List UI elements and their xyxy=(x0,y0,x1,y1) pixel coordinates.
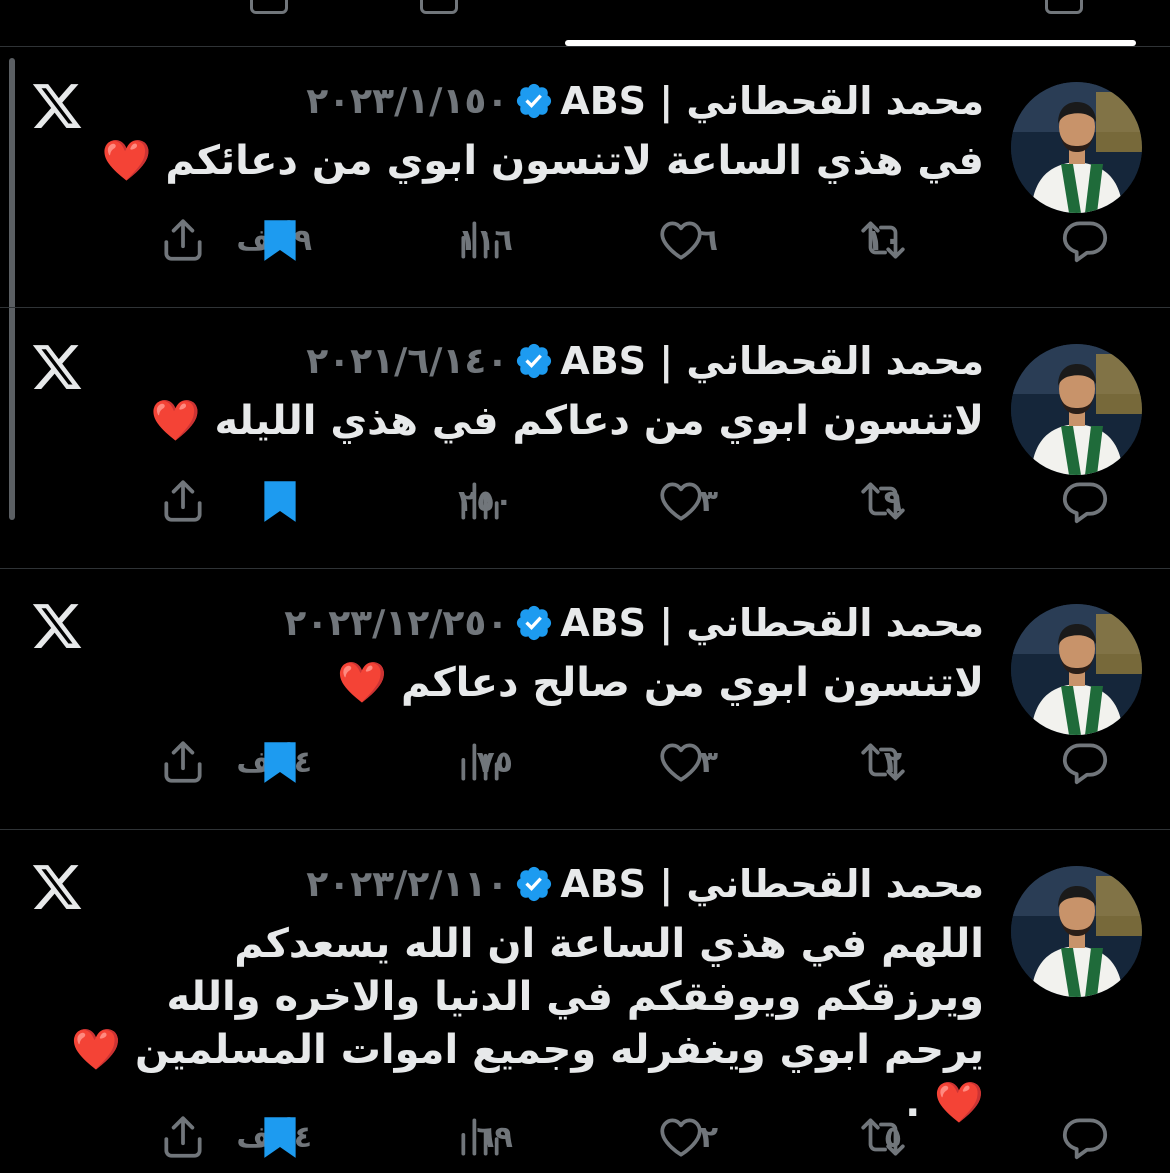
tweet[interactable]: محمد القحطاني | ABS ٢٠٢٣/٢/١١٠ اللهم في … xyxy=(0,830,1170,1173)
x-logo-icon xyxy=(30,340,84,394)
tweet-date: ٢٠٢٣/١٢/٢٥٠ xyxy=(284,602,509,644)
share-icon[interactable] xyxy=(33,215,333,265)
avatar[interactable] xyxy=(1011,866,1142,997)
tweet-text: لاتنسون ابوي من دعاكم في هذي الليله ❤️ xyxy=(150,398,984,444)
tweet-header: محمد القحطاني | ABS ٢٠٢٣/١٢/٢٥٠ xyxy=(284,599,984,647)
tweet[interactable]: محمد القحطاني | ABS ٢٠٢٣/١/١٥٠ في هذي ال… xyxy=(0,47,1170,308)
share-icon[interactable] xyxy=(33,737,333,787)
active-tab-indicator xyxy=(565,40,1136,46)
x-logo-icon xyxy=(30,860,84,914)
action-bar: ٩ ٣ ٢٥٠ xyxy=(0,476,1170,526)
action-bar: ٥ ٢ ٦٩ ٤ألف xyxy=(0,1112,1170,1162)
x-logo-icon xyxy=(30,79,84,133)
author-name[interactable]: محمد القحطاني | ABS xyxy=(560,862,984,906)
tweet[interactable]: محمد القحطاني | ABS ٢٠٢٣/١٢/٢٥٠ لاتنسون … xyxy=(0,569,1170,830)
author-name[interactable]: محمد القحطاني | ABS xyxy=(560,339,984,383)
tweet-date: ٢٠٢٣/٢/١١٠ xyxy=(306,863,509,905)
tweet-header: محمد القحطاني | ABS ٢٠٢٣/١/١٥٠ xyxy=(306,77,984,125)
x-logo-icon xyxy=(30,599,84,653)
tweet-date: ٢٠٢٣/١/١٥٠ xyxy=(306,80,509,122)
author-name[interactable]: محمد القحطاني | ABS xyxy=(560,79,984,123)
tweet-text: لاتنسون ابوي من صالح دعاكم ❤️ xyxy=(337,660,984,706)
tweet-date: ٢٠٢١/٦/١٤٠ xyxy=(306,340,509,382)
tweet-text: في هذي الساعة لاتنسون ابوي من دعائكم ❤️ xyxy=(101,138,984,184)
action-bar: ١٠ ٦ ١١٦ ٩ألف xyxy=(0,215,1170,265)
avatar[interactable] xyxy=(1011,82,1142,213)
tweet-text: اللهم في هذي الساعة ان الله يسعدكم ويرزق… xyxy=(71,921,984,1126)
author-name[interactable]: محمد القحطاني | ABS xyxy=(560,601,984,645)
action-bar: ٢ ٣ ٧٥ ٤ألف xyxy=(0,737,1170,787)
verified-badge-icon xyxy=(514,341,554,381)
tab-icon[interactable] xyxy=(250,0,288,14)
avatar[interactable] xyxy=(1011,344,1142,475)
settings-icon[interactable] xyxy=(1045,0,1083,14)
verified-badge-icon xyxy=(514,864,554,904)
tweet[interactable]: محمد القحطاني | ABS ٢٠٢١/٦/١٤٠ لاتنسون ا… xyxy=(0,308,1170,569)
verified-badge-icon xyxy=(514,603,554,643)
tweet-header: محمد القحطاني | ABS ٢٠٢٣/٢/١١٠ xyxy=(306,860,984,908)
top-tab-bar xyxy=(0,0,1170,47)
avatar[interactable] xyxy=(1011,604,1142,735)
verified-badge-icon xyxy=(514,81,554,121)
tweet-header: محمد القحطاني | ABS ٢٠٢١/٦/١٤٠ xyxy=(306,337,984,385)
share-icon[interactable] xyxy=(33,1112,333,1162)
tab-icon[interactable] xyxy=(420,0,458,14)
share-icon[interactable] xyxy=(33,476,333,526)
